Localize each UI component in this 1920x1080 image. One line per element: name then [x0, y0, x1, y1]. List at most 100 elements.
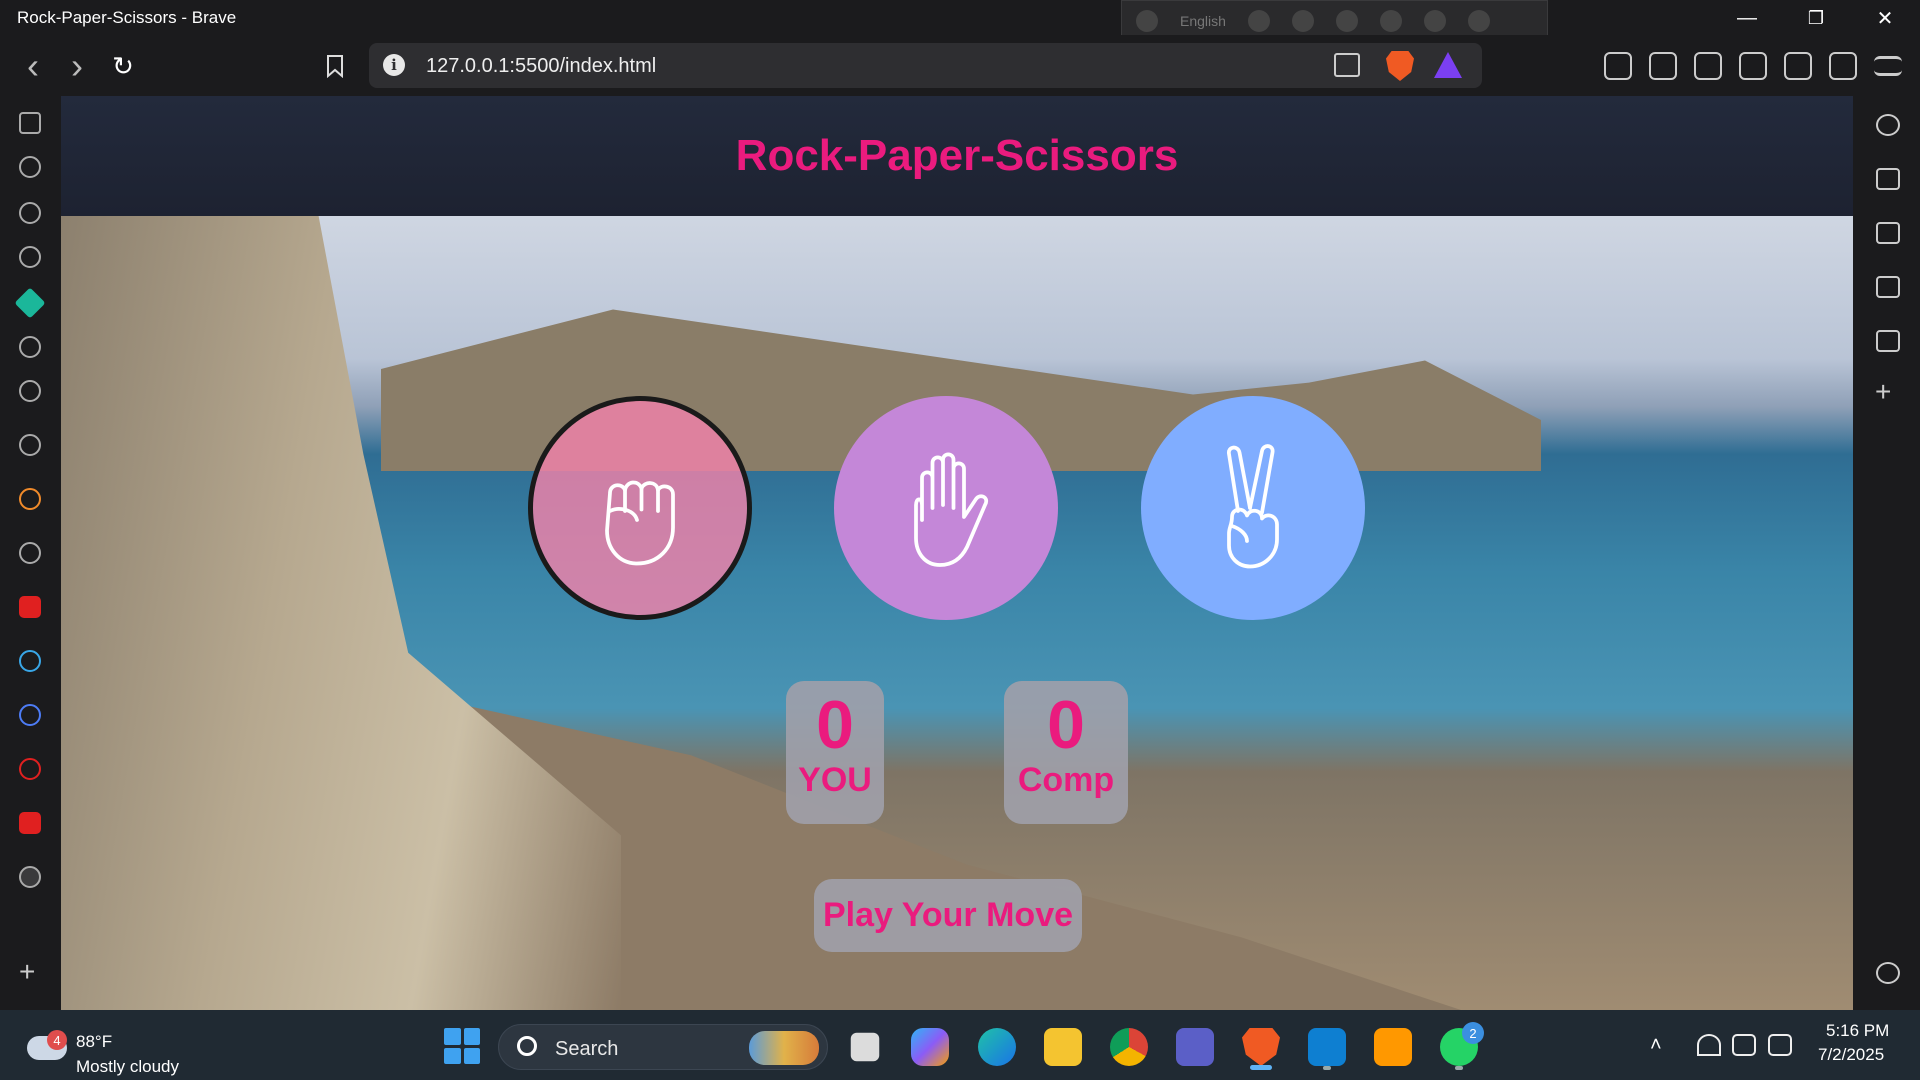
clock-time[interactable]: 5:16 PM: [1826, 1021, 1889, 1041]
sidebar-site-3-icon[interactable]: [19, 246, 41, 268]
ime-mode-icon[interactable]: [1247, 10, 1270, 32]
address-bar[interactable]: i 127.0.0.1:5500/index.html: [369, 43, 1482, 88]
leo-icon[interactable]: [1876, 114, 1900, 136]
extensions-icon[interactable]: [1604, 52, 1632, 80]
comp-score: 0: [1047, 687, 1085, 763]
start-button[interactable]: [444, 1028, 480, 1064]
paper-choice[interactable]: [834, 396, 1058, 620]
right-sidebar: +: [1853, 96, 1920, 1010]
vscode-running-indicator: [1323, 1066, 1331, 1070]
search-placeholder: Search: [555, 1038, 619, 1060]
github-icon[interactable]: [19, 336, 41, 358]
ime-browser-icon[interactable]: [1379, 10, 1402, 32]
scissors-choice[interactable]: [1141, 396, 1365, 620]
vscode-icon[interactable]: [1308, 1028, 1346, 1066]
youtube-2-icon[interactable]: [19, 812, 41, 834]
weather-desc: Mostly cloudy: [76, 1057, 179, 1076]
comp-score-label: Comp: [1017, 761, 1115, 799]
bookmark-icon: [327, 55, 343, 78]
tray-overflow-chevron-icon[interactable]: ˄: [1650, 1034, 1662, 1057]
weather-temp: 88°F: [76, 1032, 113, 1051]
menu-icon[interactable]: [1874, 56, 1902, 76]
media-icon[interactable]: [1649, 52, 1677, 80]
url-text[interactable]: 127.0.0.1:5500/index.html: [426, 55, 656, 78]
user-score-box: 0 YOU: [786, 681, 884, 824]
sidebar-panel-icon[interactable]: [19, 112, 41, 134]
brave-taskbar-icon[interactable]: [1242, 1028, 1280, 1066]
wallet-icon[interactable]: [1739, 52, 1767, 80]
wifi-icon[interactable]: [1697, 1034, 1721, 1056]
minimize-button[interactable]: —: [1724, 4, 1770, 32]
ime-tool-icon[interactable]: [1291, 10, 1314, 32]
windows-taskbar: 4 88°F Mostly cloudy Search 2 ˄ 5:16 PM …: [0, 1010, 1920, 1080]
ime-help-icon[interactable]: [1423, 10, 1446, 32]
sidebar-site-13-icon[interactable]: [19, 758, 41, 780]
open-hand-icon: [914, 452, 988, 567]
ime-language[interactable]: English: [1180, 13, 1226, 29]
peace-hand-icon: [1227, 444, 1279, 569]
search-icon: [517, 1036, 537, 1056]
clock-date[interactable]: 7/2/2025: [1818, 1045, 1884, 1065]
title-bar: Rock-Paper-Scissors - Brave English — ❐ …: [0, 0, 1920, 42]
bookmarks-panel-icon[interactable]: [1876, 276, 1900, 298]
sidebar-site-4-icon[interactable]: [14, 287, 46, 319]
rock-choice[interactable]: [528, 396, 752, 620]
close-button[interactable]: ✕: [1862, 4, 1908, 32]
sidebar-site-2-icon[interactable]: [19, 202, 41, 224]
wallet-panel-icon[interactable]: [1876, 222, 1900, 244]
sidebar-site-8-icon[interactable]: [19, 488, 41, 510]
user-score: 0: [816, 687, 854, 763]
edge-icon[interactable]: [978, 1028, 1016, 1066]
task-view-icon[interactable]: [850, 1032, 880, 1062]
window-title: Rock-Paper-Scissors - Brave: [17, 8, 237, 27]
leo-ai-icon[interactable]: [1784, 52, 1812, 80]
comp-score-box: 0 Comp: [1004, 681, 1128, 824]
tailwind-icon[interactable]: [19, 650, 41, 672]
sidebar-toggle-icon[interactable]: [1694, 52, 1722, 80]
taskbar-search[interactable]: Search: [498, 1024, 828, 1070]
ime-logo-icon: [1136, 10, 1158, 32]
sidebar-settings-icon[interactable]: [1876, 962, 1900, 984]
bookmark-button[interactable]: [318, 49, 352, 83]
reading-list-icon[interactable]: [1876, 330, 1900, 352]
gemini-icon[interactable]: [19, 704, 41, 726]
brave-shields-icon[interactable]: [1386, 51, 1414, 81]
reload-button[interactable]: ↻: [106, 49, 140, 83]
page-header: Rock-Paper-Scissors: [61, 96, 1853, 216]
talk-icon[interactable]: [1876, 168, 1900, 190]
whatsapp-badge: 2: [1462, 1022, 1484, 1044]
brave-rewards-icon[interactable]: [1434, 52, 1462, 78]
teams-icon[interactable]: [1176, 1028, 1214, 1066]
add-sidebar-item-button[interactable]: +: [19, 956, 35, 988]
back-button[interactable]: ‹: [16, 45, 50, 86]
ime-settings-icon[interactable]: [1335, 10, 1358, 32]
browser-toolbar: ‹ › ↻ i 127.0.0.1:5500/index.html: [0, 35, 1920, 96]
battery-icon[interactable]: [1768, 1034, 1792, 1056]
sidebar-site-9-icon[interactable]: [19, 542, 41, 564]
sidebar-site-1-icon[interactable]: [19, 156, 41, 178]
sidebar-site-7-icon[interactable]: [19, 434, 41, 456]
whatsapp-running-indicator: [1455, 1066, 1463, 1070]
message-box: Play Your Move: [814, 879, 1082, 952]
restore-button[interactable]: ❐: [1793, 4, 1839, 32]
youtube-icon[interactable]: [19, 596, 41, 618]
user-score-label: YOU: [798, 761, 872, 799]
page-viewport: Rock-Paper-Scissors 0 YOU 0 Comp Play Yo…: [61, 96, 1853, 1010]
left-sidebar: +: [0, 96, 61, 1010]
chrome-icon[interactable]: [1110, 1028, 1148, 1066]
ime-info-icon[interactable]: [1467, 10, 1490, 32]
share-icon[interactable]: [1334, 53, 1360, 77]
file-explorer-icon[interactable]: [1044, 1028, 1082, 1066]
vpn-icon[interactable]: [1829, 52, 1857, 80]
forward-button[interactable]: ›: [60, 45, 94, 86]
volume-icon[interactable]: [1732, 1034, 1756, 1056]
sublime-text-icon[interactable]: [1374, 1028, 1412, 1066]
fist-icon: [605, 480, 675, 566]
globe-icon[interactable]: [19, 866, 41, 888]
add-panel-button[interactable]: +: [1875, 376, 1891, 408]
page-title: Rock-Paper-Scissors: [735, 131, 1179, 180]
weather-badge: 4: [47, 1030, 67, 1050]
copilot-icon[interactable]: [911, 1028, 949, 1066]
sidebar-site-6-icon[interactable]: [19, 380, 41, 402]
site-info-icon[interactable]: i: [383, 54, 405, 76]
